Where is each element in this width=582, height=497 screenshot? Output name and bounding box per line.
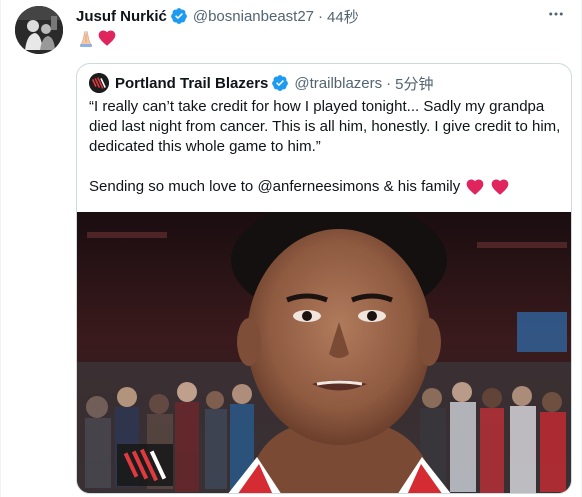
trail-blazers-logo <box>89 73 109 93</box>
tweet-text <box>76 28 117 48</box>
profile-photo-icon <box>15 6 63 54</box>
quoted-tweet[interactable]: Portland Trail Blazers @trailblazers · 5… <box>76 63 572 494</box>
quoted-tweet-time[interactable]: 5分钟 <box>395 73 433 94</box>
tweet[interactable]: Jusuf Nurkić @bosnianbeast27 · 44秒 Portl… <box>0 0 582 497</box>
player-interview-photo <box>77 212 571 493</box>
red-heart-icon <box>491 179 509 195</box>
quoted-paragraph-2: Sending so much love to @anferneesimons … <box>89 177 561 197</box>
author-name[interactable]: Jusuf Nurkić <box>76 8 167 25</box>
tweet-time[interactable]: 44秒 <box>327 6 359 27</box>
tweet-header: Jusuf Nurkić @bosnianbeast27 · 44秒 <box>76 5 359 27</box>
separator-dot: · <box>318 7 324 25</box>
mention-link[interactable]: @anferneesimons <box>257 177 379 197</box>
red-heart-icon <box>98 30 116 46</box>
separator-dot: · <box>386 74 392 92</box>
author-handle[interactable]: @bosnianbeast27 <box>193 8 314 25</box>
quoted-tweet-text: “I really can’t take credit for how I pl… <box>89 97 561 197</box>
paragraph-prefix: Sending so much love to <box>89 178 258 195</box>
more-options-icon[interactable] <box>543 4 569 24</box>
verified-badge-icon <box>170 8 187 24</box>
quoted-author-name[interactable]: Portland Trail Blazers <box>115 75 268 92</box>
quoted-author-handle[interactable]: @trailblazers <box>294 75 382 92</box>
red-heart-icon <box>466 179 484 195</box>
quoted-tweet-header: Portland Trail Blazers @trailblazers · 5… <box>89 73 434 93</box>
verified-badge-icon <box>272 75 289 91</box>
quoted-paragraph-1: “I really can’t take credit for how I pl… <box>89 98 561 155</box>
folded-hands-icon <box>80 30 92 47</box>
quoted-media-photo[interactable] <box>77 212 571 493</box>
paragraph-suffix: & his family <box>379 178 461 195</box>
author-avatar[interactable] <box>15 6 63 54</box>
